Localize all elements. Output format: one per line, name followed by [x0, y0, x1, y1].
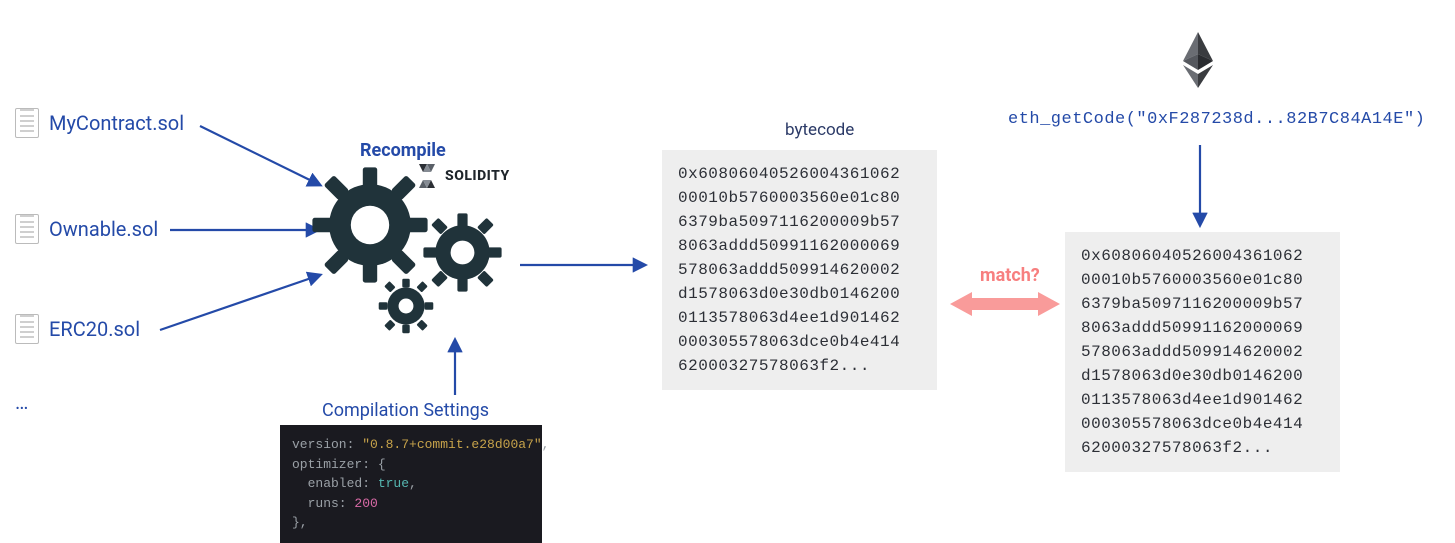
bytecode-box-compiled: 0x60806040526004361062 00010b5760003560e… [662, 150, 937, 390]
solidity-label: SOLIDITY [445, 168, 510, 184]
settings-box: version: "0.8.7+commit.e28d00a7", optimi… [280, 425, 542, 543]
settings-line: }, [292, 515, 308, 530]
settings-key: enabled: [292, 476, 378, 491]
settings-comma: , [409, 476, 417, 491]
match-arrow-icon [950, 290, 1060, 318]
bytecode-line: 578063addd509914620002 [678, 261, 900, 279]
bytecode-line: d1578063d0e30db0146200 [1081, 367, 1303, 385]
bytecode-line: 62000327578063f2... [678, 357, 870, 375]
match-label: match? [980, 265, 1040, 286]
bytecode-line: 0x60806040526004361062 [678, 165, 900, 183]
ethereum-icon [1180, 30, 1216, 90]
settings-string: "0.8.7+commit.e28d00a7" [362, 437, 541, 452]
bytecode-line: 578063addd509914620002 [1081, 343, 1303, 361]
gear-icon [375, 275, 437, 337]
settings-bool: true [378, 476, 409, 491]
settings-number: 200 [354, 496, 377, 511]
settings-key: version: [292, 437, 362, 452]
settings-comma: , [542, 437, 550, 452]
gear-icon [310, 165, 430, 285]
bytecode-line: 00010b5760003560e01c80 [1081, 271, 1303, 289]
bytecode-line: 0113578063d4ee1d901462 [678, 309, 900, 327]
bytecode-box-onchain: 0x60806040526004361062 00010b5760003560e… [1065, 232, 1340, 472]
bytecode-label: bytecode [785, 120, 854, 140]
settings-line: optimizer: { [292, 457, 386, 472]
bytecode-line: 0113578063d4ee1d901462 [1081, 391, 1303, 409]
bytecode-line: d1578063d0e30db0146200 [678, 285, 900, 303]
bytecode-line: 000305578063dce0b4e414 [678, 333, 900, 351]
bytecode-line: 000305578063dce0b4e414 [1081, 415, 1303, 433]
bytecode-line: 0x60806040526004361062 [1081, 247, 1303, 265]
recompile-label: Recompile [360, 140, 446, 161]
bytecode-line: 8063addd50991162000069 [1081, 319, 1303, 337]
bytecode-line: 8063addd50991162000069 [678, 237, 900, 255]
bytecode-line: 62000327578063f2... [1081, 439, 1273, 457]
settings-key: runs: [292, 496, 354, 511]
bytecode-line: 00010b5760003560e01c80 [678, 189, 900, 207]
settings-label: Compilation Settings [322, 400, 489, 421]
bytecode-line: 6379ba5097116200009b57 [1081, 295, 1303, 313]
gears-cluster: Recompile SOLIDITY [320, 150, 520, 350]
bytecode-line: 6379ba5097116200009b57 [678, 213, 900, 231]
eth-getcode-text: eth_getCode("0xF287238d...82B7C84A14E") [1008, 110, 1425, 129]
